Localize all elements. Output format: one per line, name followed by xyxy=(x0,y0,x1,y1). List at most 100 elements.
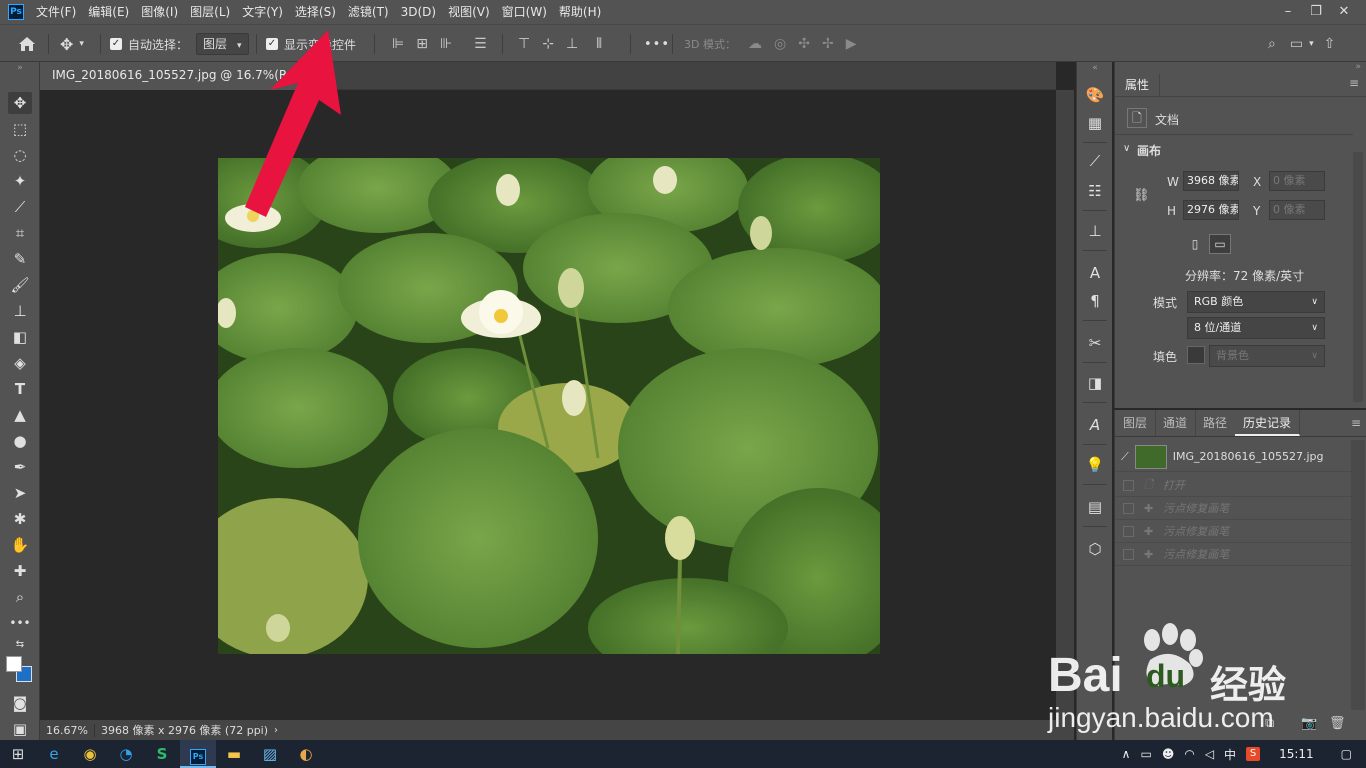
sogou-ime-icon[interactable]: S xyxy=(1246,747,1261,761)
pen-tool-icon[interactable]: ✒ xyxy=(8,456,32,478)
3d-panel-icon[interactable]: ⬡ xyxy=(1083,538,1107,560)
link-icon[interactable]: ⛓ xyxy=(1133,188,1150,203)
3d-orbit-icon[interactable]: ☁ xyxy=(748,36,762,52)
portrait-icon[interactable]: ▯ xyxy=(1185,234,1205,254)
marquee-tool-icon[interactable]: ⬚ xyxy=(8,118,32,140)
tab-layers[interactable]: 图层 xyxy=(1115,410,1157,436)
document-tab[interactable]: IMG_20180616_105527.jpg @ 16.7%(RGB/8) xyxy=(40,62,310,90)
panel-scrollbar[interactable] xyxy=(1351,440,1365,710)
foreground-color-swatch[interactable] xyxy=(6,656,22,672)
clone-source-icon[interactable]: ⊥ xyxy=(1083,220,1107,242)
swap-colors-icon[interactable]: ⇆ xyxy=(8,638,32,652)
document-image[interactable] xyxy=(218,158,880,654)
align-right-icon[interactable]: ⊪ xyxy=(440,36,452,52)
menu-type[interactable]: 文字(Y) xyxy=(236,0,289,24)
menu-edit[interactable]: 编辑(E) xyxy=(82,0,135,24)
clone-stamp-icon[interactable]: ⊥ xyxy=(8,300,32,322)
healing-brush-icon[interactable]: ✎ xyxy=(8,248,32,270)
eraser-tool-icon[interactable]: ◧ xyxy=(8,326,32,348)
menu-image[interactable]: 图像(I) xyxy=(135,0,184,24)
magic-wand-icon[interactable]: ✦ xyxy=(8,170,32,192)
panel-menu-icon[interactable]: ≡ xyxy=(1351,416,1361,430)
type-tool-icon[interactable]: T xyxy=(8,378,32,400)
show-transform-checkbox[interactable]: ✓ xyxy=(266,38,278,50)
restore-button[interactable]: ❐ xyxy=(1302,2,1330,22)
eyedropper-icon[interactable]: ⟋ xyxy=(8,196,32,218)
history-item[interactable]: ✚ 污点修复画笔 xyxy=(1115,520,1351,543)
y-field[interactable]: 0 像素 xyxy=(1269,200,1325,220)
menu-help[interactable]: 帮助(H) xyxy=(553,0,607,24)
notification-icon[interactable]: ▢ xyxy=(1341,747,1352,761)
home-icon[interactable] xyxy=(18,25,36,63)
spot-healing-icon[interactable]: ✚ xyxy=(8,560,32,582)
share-icon[interactable]: ⇧ xyxy=(1324,36,1336,52)
landscape-icon[interactable]: ▭ xyxy=(1209,234,1231,254)
canvas-scrollbar[interactable] xyxy=(1056,90,1074,720)
chrome-icon[interactable]: ◉ xyxy=(72,740,108,768)
menu-window[interactable]: 窗口(W) xyxy=(496,0,553,24)
move-tool-preset-icon[interactable]: ✥ ▾ xyxy=(60,25,84,63)
quick-mask-icon[interactable]: ◙ xyxy=(8,692,32,714)
adjustments-panel-icon[interactable]: ☷ xyxy=(1083,180,1107,202)
dodge-tool-icon[interactable]: ● xyxy=(8,430,32,452)
character-panel-icon[interactable]: A xyxy=(1083,262,1107,284)
menu-3d[interactable]: 3D(D) xyxy=(395,0,442,24)
collapse-icon[interactable]: « xyxy=(1083,62,1107,74)
history-brush-source-icon[interactable]: ⟋ xyxy=(1121,450,1129,464)
distribute-vertical-icon[interactable]: ☰ xyxy=(474,36,487,52)
tray-chevron-icon[interactable]: ∧ xyxy=(1122,747,1131,761)
trash-icon[interactable]: 🗑 xyxy=(1329,716,1346,731)
start-icon[interactable]: ⊞ xyxy=(0,740,36,768)
misc-app-icon[interactable]: ◐ xyxy=(288,740,324,768)
zoom-level[interactable]: 16.67% xyxy=(40,723,95,737)
photos-app-icon[interactable]: ▨ xyxy=(252,740,288,768)
workspace-icon[interactable]: ▭ xyxy=(1290,36,1303,52)
qq-browser-icon[interactable]: ◔ xyxy=(108,740,144,768)
tool-presets-icon[interactable]: ✂ xyxy=(1083,332,1107,354)
qq-tray-icon[interactable]: ☻ xyxy=(1162,747,1175,761)
brush-tool-icon[interactable]: 🖌 xyxy=(8,274,32,296)
glyphs-panel-icon[interactable]: A xyxy=(1083,414,1107,436)
paint-bucket-icon[interactable]: ◈ xyxy=(8,352,32,374)
search-icon[interactable]: ⌕ xyxy=(1268,36,1276,52)
wifi-icon[interactable]: ◠ xyxy=(1184,747,1194,761)
collapse-icon[interactable]: » xyxy=(1115,62,1366,72)
gradients-panel-icon[interactable]: ▤ xyxy=(1083,496,1107,518)
panel-scrollbar[interactable] xyxy=(1353,152,1363,402)
paragraph-panel-icon[interactable]: ¶ xyxy=(1083,290,1107,312)
auto-select-checkbox[interactable]: ✓ xyxy=(110,38,122,50)
mode-select[interactable]: RGB 颜色 ∨ xyxy=(1187,291,1325,313)
tab-paths[interactable]: 路径 xyxy=(1195,410,1237,436)
align-left-icon[interactable]: ⊫ xyxy=(392,36,404,52)
color-swatches[interactable] xyxy=(6,656,32,682)
3d-roll-icon[interactable]: ◎ xyxy=(774,36,786,52)
menu-layer[interactable]: 图层(L) xyxy=(184,0,236,24)
history-item[interactable]: ✚ 污点修复画笔 xyxy=(1115,543,1351,566)
hand-tool-icon[interactable]: ✋ xyxy=(8,534,32,556)
blur-tool-icon[interactable]: ▲ xyxy=(8,404,32,426)
align-bottom-icon[interactable]: ⊥ xyxy=(566,36,578,52)
fill-swatch[interactable] xyxy=(1187,346,1205,364)
3d-pan-icon[interactable]: ✣ xyxy=(798,36,810,52)
minimize-button[interactable]: – xyxy=(1274,2,1302,22)
notes-panel-icon[interactable]: ◨ xyxy=(1083,372,1107,394)
align-middle-icon[interactable]: ⊹ xyxy=(542,36,554,52)
photoshop-taskbar-icon[interactable]: Ps xyxy=(180,740,216,768)
ie-browser-icon[interactable]: e xyxy=(36,740,72,768)
menu-view[interactable]: 视图(V) xyxy=(442,0,496,24)
color-panel-icon[interactable]: 🎨 xyxy=(1083,84,1107,106)
wps-sheets-icon[interactable]: S xyxy=(144,740,180,768)
clock[interactable]: 15:11 xyxy=(1279,747,1314,761)
history-item[interactable]: ✚ 污点修复画笔 xyxy=(1115,497,1351,520)
move-tool-icon[interactable]: ✥ xyxy=(8,92,32,114)
chevron-down-icon[interactable]: ∨ xyxy=(1123,143,1130,154)
screen-mode-icon[interactable]: ▣ xyxy=(8,718,32,740)
3d-scale-icon[interactable]: ▶ xyxy=(846,36,857,52)
path-select-icon[interactable]: ➤ xyxy=(8,482,32,504)
menu-file[interactable]: 文件(F) xyxy=(30,0,82,24)
x-field[interactable]: 0 像素 xyxy=(1269,171,1325,191)
properties-tab[interactable]: 属性 xyxy=(1115,74,1161,96)
fill-select[interactable]: 背景色 ∨ xyxy=(1209,345,1325,367)
custom-shape-icon[interactable]: ✱ xyxy=(8,508,32,530)
menu-select[interactable]: 选择(S) xyxy=(289,0,342,24)
